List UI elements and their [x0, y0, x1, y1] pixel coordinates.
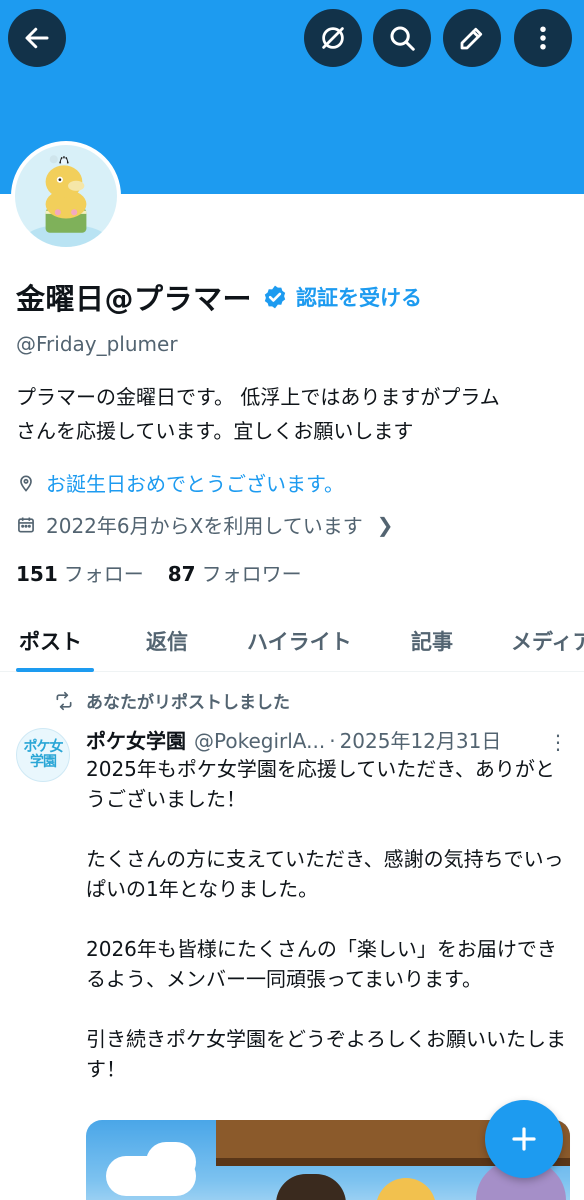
profile-bio: プラマーの金曜日です。 低浮上ではありますがプラム さんを応援しています。宜しく… — [16, 380, 572, 448]
compose-post-button[interactable] — [485, 1100, 563, 1178]
post-author-avatar[interactable]: ポケ女 学園 — [16, 728, 70, 782]
followers-link[interactable]: 87 フォロワー — [168, 558, 302, 587]
post-more-icon[interactable]: ⋮ — [548, 730, 568, 754]
repost-label: あなたがリポストしました — [86, 693, 290, 713]
more-options-button[interactable] — [514, 9, 572, 67]
name-row: 金曜日@プラマー 認証を受ける — [16, 276, 422, 318]
character-shape — [276, 1174, 346, 1200]
followers-label: フォロワー — [201, 562, 302, 586]
post-paragraph: 2026年も皆様にたくさんの「楽しい」をお届けできるよう、メンバー一同頑張ってま… — [86, 937, 557, 991]
repost-indicator: あなたがリポストしました — [54, 688, 290, 713]
avatar-image — [15, 145, 117, 247]
calendar-icon — [18, 517, 34, 532]
post-header: ポケ女学園 @PokegirlA... · 2025年12月31日 — [86, 725, 501, 754]
profile-tabs: ポスト 返信 ハイライト 記事 メディア — [0, 612, 584, 672]
joined-date-text: 2022年6月からXを利用しています — [46, 514, 363, 538]
post-paragraph: 引き続きポケ女学園をどうぞよろしくお願いいたします！ — [86, 1027, 566, 1081]
active-tab-indicator — [16, 668, 94, 672]
following-count: 151 — [16, 562, 58, 586]
back-button[interactable] — [8, 9, 66, 67]
search-icon — [390, 26, 415, 51]
more-vertical-icon — [540, 26, 546, 50]
grok-button[interactable] — [304, 9, 362, 67]
repost-icon — [56, 691, 72, 710]
character-shape — [376, 1178, 436, 1200]
search-button[interactable] — [373, 9, 431, 67]
chevron-right-icon: ❯ — [376, 512, 394, 537]
tab-replies[interactable]: 返信 — [146, 626, 188, 656]
tab-media[interactable]: メディア — [511, 626, 584, 656]
display-name: 金曜日@プラマー — [16, 282, 253, 316]
post-body[interactable]: 2025年もポケ女学園を応援していただき、ありがとうございました！ たくさんの方… — [86, 754, 570, 1114]
followers-count: 87 — [167, 562, 196, 586]
follow-stats: 151 フォロー 87 フォロワー — [16, 558, 326, 587]
cloud-shape — [146, 1142, 196, 1182]
separator-dot: · — [329, 729, 336, 753]
following-link[interactable]: 151 フォロー — [16, 558, 144, 587]
avatar-logo: ポケ女 学園 — [23, 739, 64, 770]
profile-handle: @Friday_plumer — [16, 332, 178, 356]
profile-avatar[interactable] — [11, 141, 121, 251]
tab-posts[interactable]: ポスト — [19, 626, 82, 656]
tab-highlights[interactable]: ハイライト — [247, 626, 352, 656]
verified-badge-icon[interactable] — [262, 284, 288, 310]
post-date[interactable]: 2025年12月31日 — [340, 725, 502, 754]
back-arrow-icon — [25, 27, 49, 49]
plus-icon — [512, 1127, 536, 1151]
location-text[interactable]: お誕生日おめでとうございます。 — [46, 468, 344, 497]
edit-button[interactable] — [443, 9, 501, 67]
post-paragraph: たくさんの方に支えていただき、感謝の気持ちでいっぱいの1年となりました。 — [86, 847, 564, 901]
avatar-logo-line: ポケ女 — [23, 739, 64, 755]
location-row: お誕生日おめでとうございます。 — [16, 468, 344, 497]
location-pin-icon — [20, 475, 32, 492]
following-label: フォロー — [63, 562, 144, 586]
post-author-handle[interactable]: @PokegirlA... — [194, 729, 325, 753]
joined-date-row[interactable]: 2022年6月からXを利用しています ❯ — [16, 510, 394, 539]
grok-icon — [322, 27, 344, 49]
post-paragraph: 2025年もポケ女学園を応援していただき、ありがとうございました！ — [86, 757, 555, 811]
get-verified-link[interactable]: 認証を受ける — [296, 282, 422, 312]
bio-line: プラマーの金曜日です。 低浮上ではありますがプラム — [16, 385, 500, 409]
bio-line: さんを応援しています。宜しくお願いします — [16, 419, 414, 443]
edit-icon — [460, 27, 483, 50]
tab-articles[interactable]: 記事 — [411, 626, 453, 656]
post-author-name[interactable]: ポケ女学園 — [86, 725, 186, 754]
avatar-logo-line: 学園 — [30, 754, 57, 770]
